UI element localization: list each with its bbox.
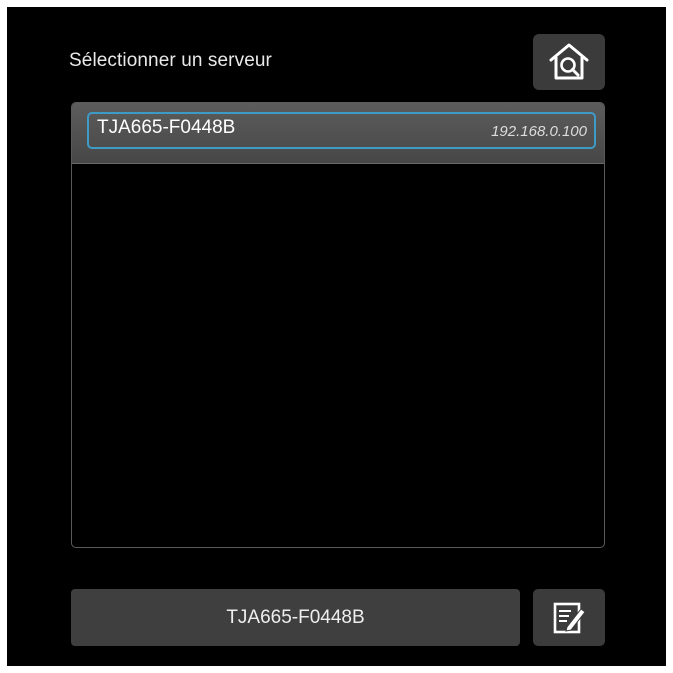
dialog-title: Sélectionner un serveur bbox=[69, 50, 272, 71]
edit-server-button[interactable] bbox=[533, 589, 605, 646]
scan-servers-button[interactable] bbox=[533, 34, 605, 90]
server-name: TJA665-F0448B bbox=[97, 117, 236, 138]
server-select-dialog: Sélectionner un serveur TJA665-F0448B 19… bbox=[7, 7, 666, 666]
edit-note-icon bbox=[553, 602, 586, 633]
server-ip: 192.168.0.100 bbox=[491, 123, 587, 140]
server-list[interactable]: TJA665-F0448B 192.168.0.100 bbox=[71, 102, 605, 548]
server-list-item[interactable]: TJA665-F0448B 192.168.0.100 bbox=[72, 103, 604, 164]
selected-server-field[interactable]: TJA665-F0448B bbox=[71, 589, 520, 646]
house-search-icon bbox=[549, 43, 589, 80]
